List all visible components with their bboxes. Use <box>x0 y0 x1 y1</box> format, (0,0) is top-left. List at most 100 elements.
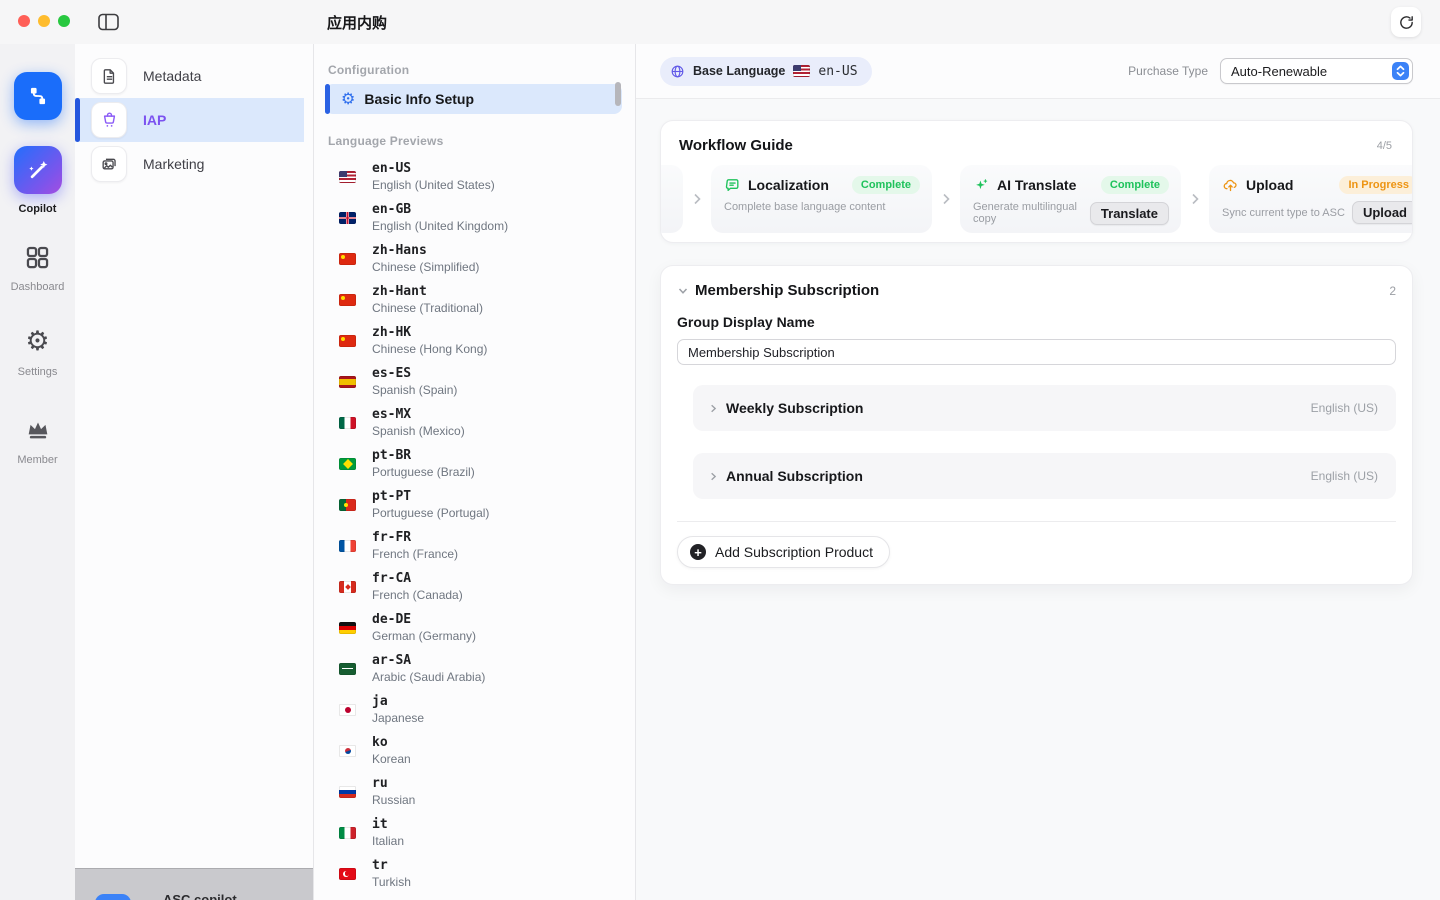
status-badge: In Progress <box>1339 176 1413 194</box>
language-item[interactable]: it Italian <box>339 812 635 853</box>
workflow-step-partial <box>660 165 683 233</box>
language-name: Chinese (Traditional) <box>372 301 483 315</box>
config-item-basic-info-setup[interactable]: ⚙ Basic Info Setup <box>325 84 622 114</box>
language-item[interactable]: ko Korean <box>339 730 635 771</box>
language-flag-icon <box>339 458 356 470</box>
language-previews-header: Language Previews <box>328 134 635 148</box>
language-name: Portuguese (Brazil) <box>372 465 475 479</box>
rail-item-copilot[interactable]: Copilot <box>0 146 75 215</box>
rail-item-settings[interactable]: ⚙ Settings <box>0 327 75 378</box>
language-name: Chinese (Simplified) <box>372 260 479 274</box>
language-item[interactable]: ru Russian <box>339 771 635 812</box>
upload-button[interactable]: Upload <box>1352 201 1413 224</box>
language-item[interactable]: fr-CA French (Canada) <box>339 566 635 607</box>
asc-copilot-label: ASC copilot <box>163 892 237 900</box>
group-display-name-input[interactable] <box>677 339 1396 365</box>
language-name: English (United States) <box>372 178 495 192</box>
close-window-button[interactable] <box>18 15 30 27</box>
workflow-guide-card: Workflow Guide 4/5 Localization Complete <box>660 120 1413 243</box>
language-item[interactable]: zh-Hant Chinese (Traditional) <box>339 279 635 320</box>
language-item[interactable]: zh-HK Chinese (Hong Kong) <box>339 320 635 361</box>
group-display-name-label: Group Display Name <box>677 314 1396 330</box>
dashboard-grid-icon <box>24 242 51 272</box>
base-language-code: en-US <box>818 64 857 79</box>
language-name: Spanish (Spain) <box>372 383 457 397</box>
base-language-label: Base Language <box>693 64 785 78</box>
gear-icon: ⚙ <box>25 327 49 357</box>
language-name: German (Germany) <box>372 629 476 643</box>
language-code: es-ES <box>372 366 457 381</box>
base-language-pill[interactable]: Base Language en-US <box>660 57 872 86</box>
language-code: ja <box>372 694 424 709</box>
cart-icon <box>91 102 127 138</box>
traffic-lights <box>18 15 70 27</box>
language-flag-icon <box>339 704 356 716</box>
document-icon <box>91 58 127 94</box>
asc-copilot-footer[interactable]: ASC copilot <box>75 868 313 900</box>
language-item[interactable]: pt-BR Portuguese (Brazil) <box>339 443 635 484</box>
scrollbar-thumb[interactable] <box>615 82 621 106</box>
add-subscription-product-button[interactable]: + Add Subscription Product <box>677 536 890 568</box>
language-flag-icon <box>339 499 356 511</box>
sparkle-icon <box>973 177 990 194</box>
language-item[interactable]: tr Turkish <box>339 853 635 894</box>
product-locale: English (US) <box>1311 469 1378 483</box>
language-item[interactable]: hi <box>339 894 635 900</box>
refresh-button[interactable] <box>1391 7 1421 37</box>
step-description: Generate multilingual copy <box>973 201 1090 225</box>
language-item[interactable]: ja Japanese <box>339 689 635 730</box>
language-item[interactable]: pt-PT Portuguese (Portugal) <box>339 484 635 525</box>
rail-label-settings: Settings <box>18 366 58 378</box>
chevron-right-icon <box>941 192 951 206</box>
status-badge: Complete <box>852 176 920 194</box>
chevron-down-icon[interactable] <box>677 285 689 297</box>
copilot-wand-icon <box>14 146 62 194</box>
minimize-window-button[interactable] <box>38 15 50 27</box>
language-flag-icon <box>339 417 356 429</box>
rail-item-dashboard[interactable]: Dashboard <box>0 242 75 293</box>
language-code: ar-SA <box>372 653 485 668</box>
language-item[interactable]: ar-SA Arabic (Saudi Arabia) <box>339 648 635 689</box>
language-name: English (United Kingdom) <box>372 219 508 233</box>
rail-label-member: Member <box>17 454 57 466</box>
language-code: zh-Hant <box>372 284 483 299</box>
translate-button[interactable]: Translate <box>1090 202 1169 225</box>
language-name: Russian <box>372 793 415 807</box>
product-row-weekly[interactable]: Weekly Subscription English (US) <box>693 385 1396 431</box>
add-button-label: Add Subscription Product <box>715 544 873 560</box>
step-name: AI Translate <box>997 177 1076 193</box>
divider <box>677 521 1396 522</box>
language-list: en-US English (United States) en-GB Engl… <box>314 156 635 900</box>
refresh-icon <box>1398 14 1415 31</box>
app-logo[interactable] <box>0 72 75 120</box>
gear-icon: ⚙ <box>341 91 355 107</box>
language-flag-icon <box>339 622 356 634</box>
language-name: Korean <box>372 752 411 766</box>
language-flag-icon <box>339 253 356 265</box>
select-stepper-icon <box>1392 62 1409 80</box>
language-item[interactable]: fr-FR French (France) <box>339 525 635 566</box>
rail-item-member[interactable]: Member <box>0 415 75 466</box>
language-item[interactable]: es-MX Spanish (Mexico) <box>339 402 635 443</box>
sidebar-toggle-icon[interactable] <box>96 10 120 34</box>
sidebar-item-iap[interactable]: IAP <box>75 98 304 142</box>
language-item[interactable]: es-ES Spanish (Spain) <box>339 361 635 402</box>
language-item[interactable]: en-US English (United States) <box>339 156 635 197</box>
language-code: ko <box>372 735 411 750</box>
language-code: tr <box>372 858 411 873</box>
language-item[interactable]: en-GB English (United Kingdom) <box>339 197 635 238</box>
language-item[interactable]: zh-Hans Chinese (Simplified) <box>339 238 635 279</box>
language-name: Turkish <box>372 875 411 889</box>
zoom-window-button[interactable] <box>58 15 70 27</box>
workflow-steps: Localization Complete Complete base lang… <box>679 165 1400 233</box>
language-code: pt-PT <box>372 489 489 504</box>
sidebar-item-marketing[interactable]: Marketing <box>75 142 313 186</box>
language-item[interactable]: de-DE German (Germany) <box>339 607 635 648</box>
sidebar-item-metadata[interactable]: Metadata <box>75 54 313 98</box>
language-flag-icon <box>339 294 356 306</box>
language-code: es-MX <box>372 407 465 422</box>
chevron-right-icon <box>708 471 719 482</box>
product-row-annual[interactable]: Annual Subscription English (US) <box>693 453 1396 499</box>
product-name: Annual Subscription <box>726 468 863 484</box>
purchase-type-select[interactable]: Auto-Renewable <box>1220 58 1413 84</box>
